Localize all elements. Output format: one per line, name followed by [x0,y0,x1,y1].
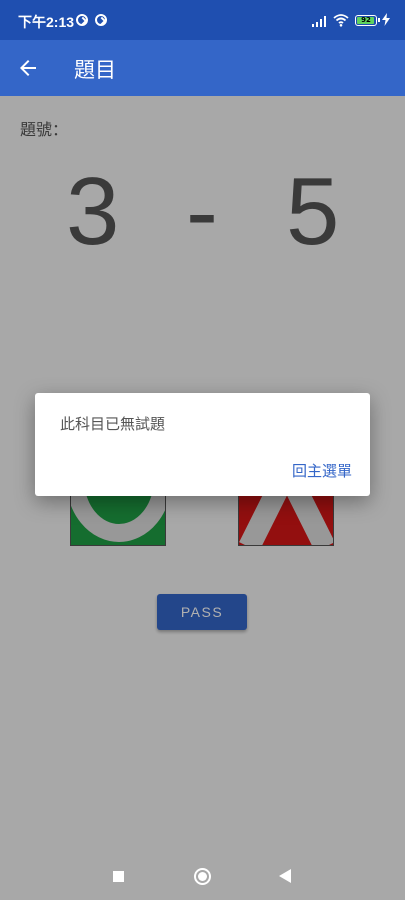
dialog-scrim[interactable] [0,96,405,900]
alert-dialog: 此科目已無試題 回主選單 [35,393,370,496]
wifi-icon [333,14,349,27]
arrow-left-icon[interactable] [16,56,40,80]
app-bar: 題目 [0,40,405,96]
battery-level: 92 [361,16,371,24]
dialog-message: 此科目已無試題 [60,415,166,433]
signal-icon [312,15,328,27]
notification-app-icon [95,14,107,26]
home-icon[interactable] [194,868,211,885]
status-time: 下午2:13 [18,14,75,30]
status-bar: 下午2:13 92 [0,0,405,40]
page-title: 題目 [74,58,116,82]
notification-app-icon [76,14,88,26]
back-to-menu-button[interactable]: 回主選單 [292,460,352,481]
charging-bolt-icon [382,13,390,26]
battery-icon: 92 [355,15,380,26]
system-nav-bar [0,842,405,900]
back-triangle-icon[interactable] [279,869,291,883]
recents-icon[interactable] [113,871,124,882]
